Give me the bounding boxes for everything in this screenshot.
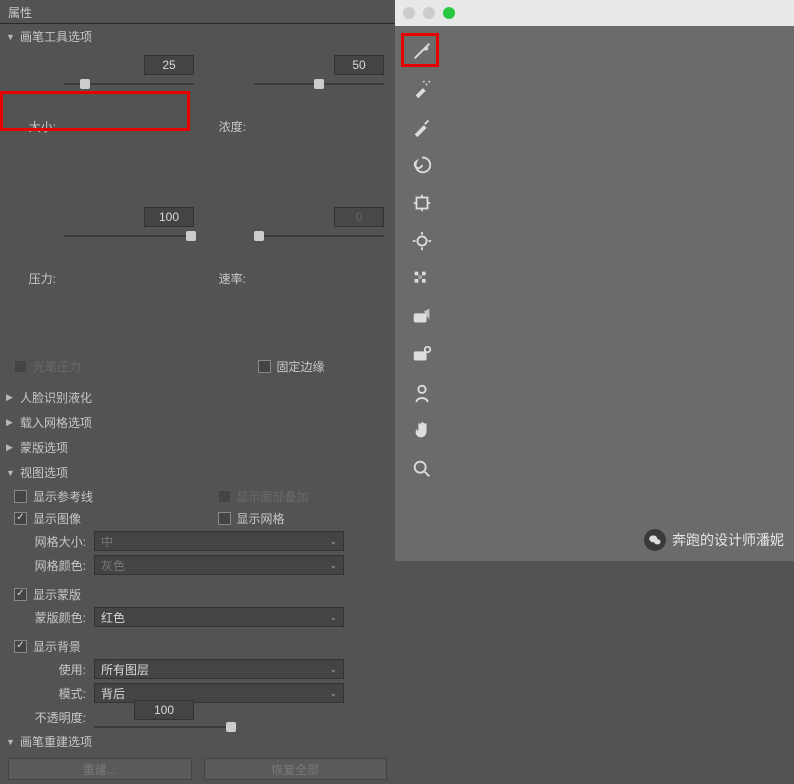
show-mask-label: 显示蒙版 [33,586,81,603]
restore-all-button[interactable]: 恢复全部 [204,758,388,780]
section-brush-label: 画笔工具选项 [20,28,92,45]
liquify-toolbar [401,32,443,484]
rate-slider[interactable] [254,229,384,349]
section-reconstruct-label: 画笔重建选项 [20,733,92,750]
watermark-text: 奔跑的设计师潘妮 [672,530,784,550]
pressure-slider[interactable] [64,229,194,349]
chevron-down-icon: ▼ [6,32,16,42]
section-mask-label: 蒙版选项 [20,439,68,456]
use-value: 所有图层 [101,661,149,678]
rate-label: 速率: [194,270,254,287]
chevron-down-icon: ▼ [6,737,16,747]
fixed-edge-label: 固定边缘 [277,358,325,375]
use-select[interactable]: 所有图层 ⌄ [94,659,344,679]
chevron-down-icon: ⌄ [329,688,337,699]
mode-label: 模式: [4,685,94,702]
pressure-input[interactable] [144,207,194,227]
density-slider[interactable] [254,77,384,197]
show-mesh-checkbox[interactable] [218,512,231,525]
section-brush-options[interactable]: ▼ 画笔工具选项 [0,24,395,49]
mask-color-label: 蒙版颜色: [4,609,94,626]
show-bg-label: 显示背景 [33,638,81,655]
pucker-tool[interactable] [405,188,439,218]
rate-input [334,207,384,227]
opacity-slider[interactable] [94,720,234,734]
reconstruct-tool[interactable] [405,74,439,104]
chevron-down-icon: ⌄ [329,612,337,623]
chevron-down-icon: ⌄ [329,536,337,547]
section-view-label: 视图选项 [20,464,68,481]
chevron-down-icon: ⌄ [329,664,337,675]
watermark: 奔跑的设计师潘妮 [644,529,784,551]
window-close-dot[interactable] [403,7,415,19]
section-mask[interactable]: ▶ 蒙版选项 [0,435,395,460]
wechat-icon [644,529,666,551]
section-loadmesh[interactable]: ▶ 载入网格选项 [0,410,395,435]
canvas-panel: 奔跑的设计师潘妮 [395,0,794,561]
thaw-mask-tool[interactable] [405,340,439,370]
fixed-edge-checkbox[interactable] [258,360,271,373]
density-input[interactable] [334,55,384,75]
panel-title: 属性 [0,0,395,24]
show-guides-label: 显示参考线 [33,488,93,505]
chevron-right-icon: ▶ [6,392,16,403]
section-view[interactable]: ▼ 视图选项 [0,460,395,485]
mask-color-select[interactable]: 红色 ⌄ [94,607,344,627]
freeze-mask-tool[interactable] [405,302,439,332]
opacity-input[interactable] [134,700,194,720]
use-label: 使用: [4,661,94,678]
forward-warp-tool[interactable] [405,36,439,66]
mesh-size-label: 网格大小: [4,533,94,550]
mode-value: 背后 [101,685,125,702]
push-left-tool[interactable] [405,264,439,294]
show-image-checkbox[interactable] [14,512,27,525]
chevron-right-icon: ▶ [6,417,16,428]
size-input[interactable] [144,55,194,75]
mesh-color-select: 灰色 ⌄ [94,555,344,575]
window-min-dot[interactable] [423,7,435,19]
chevron-right-icon: ▶ [6,442,16,453]
reconstruct-button[interactable]: 重建... [8,758,192,780]
chevron-down-icon: ⌄ [329,560,337,571]
pen-pressure-label: 光笔压力 [33,358,81,375]
mesh-size-value: 中 [101,533,113,550]
size-label: 大小: [4,118,64,135]
window-titlebar [395,0,794,26]
mesh-color-label: 网格颜色: [4,557,94,574]
pressure-label: 压力: [4,270,64,287]
section-face-label: 人脸识别液化 [20,389,92,406]
show-face-overlay-label: 显示面部叠加 [237,488,309,505]
window-max-dot[interactable] [443,7,455,19]
mask-color-value: 红色 [101,609,125,626]
opacity-label: 不透明度: [4,709,94,726]
show-bg-checkbox[interactable] [14,640,27,653]
pen-pressure-checkbox [14,360,27,373]
show-face-overlay-checkbox [218,490,231,503]
section-loadmesh-label: 载入网格选项 [20,414,92,431]
section-face[interactable]: ▶ 人脸识别液化 [0,385,395,410]
smooth-tool[interactable] [405,112,439,142]
hand-tool[interactable] [405,416,439,446]
properties-panel: 属性 ▼ 画笔工具选项 大小: 浓度: 压力: 速率: [0,0,395,561]
size-slider[interactable] [64,77,194,197]
bloat-tool[interactable] [405,226,439,256]
twirl-tool[interactable] [405,150,439,180]
show-guides-checkbox[interactable] [14,490,27,503]
zoom-tool[interactable] [405,454,439,484]
show-mesh-label: 显示网格 [237,510,285,527]
mesh-color-value: 灰色 [101,557,125,574]
brush-options-block: 大小: 浓度: 压力: 速率: 光笔 [0,49,395,385]
density-label: 浓度: [194,118,254,135]
show-image-label: 显示图像 [33,510,81,527]
chevron-down-icon: ▼ [6,468,16,478]
mesh-size-select: 中⌄ [94,531,344,551]
face-tool[interactable] [405,378,439,408]
show-mask-checkbox[interactable] [14,588,27,601]
